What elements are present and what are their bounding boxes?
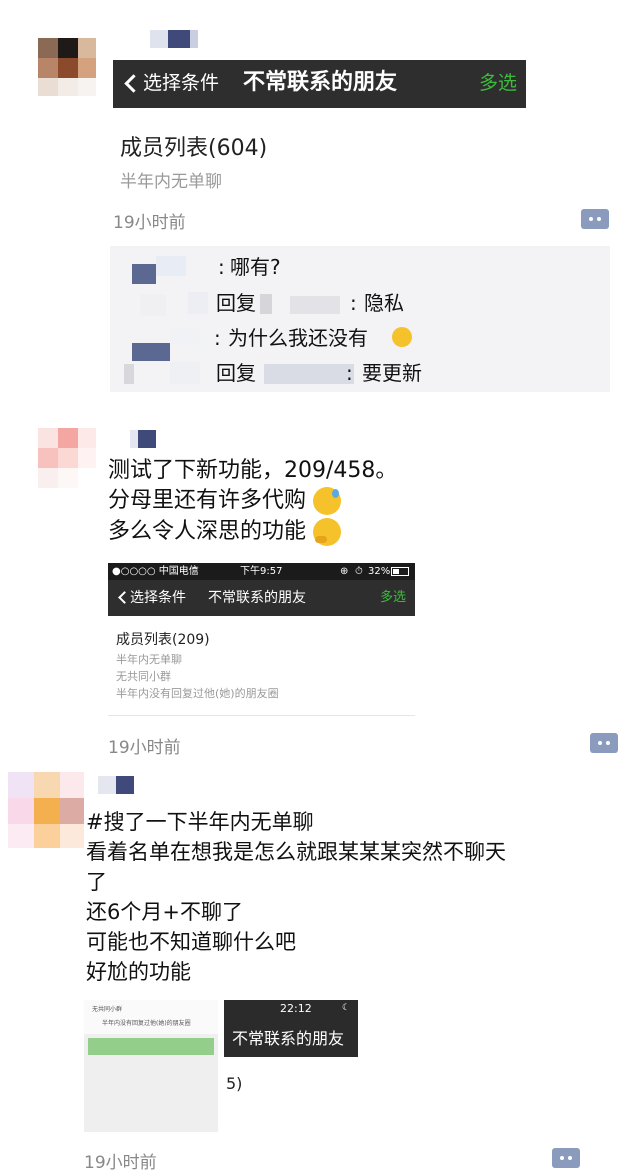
post-text-line: 看着名单在想我是怎么就跟某某某突然不聊天 bbox=[86, 840, 506, 864]
username-blurred[interactable] bbox=[150, 30, 198, 48]
alarm-icon: ⏱ bbox=[355, 566, 363, 577]
grinning-sweat-emoji-icon bbox=[313, 487, 342, 515]
status-bar: ●○○○○ 中国电信 ⌔ 下午9:57 ⊕ ⏱ 32% bbox=[108, 563, 415, 580]
post-text-line: 了 bbox=[86, 870, 107, 894]
wifi-icon: ⌔ bbox=[190, 566, 200, 577]
post-text-line: 还6个月+不聊了 bbox=[86, 900, 243, 924]
comment-text: 为什么我还没有 bbox=[228, 326, 368, 350]
timestamp: 19小时前 bbox=[113, 213, 186, 233]
lock-icon: ⊕ bbox=[340, 566, 349, 577]
comment-icon[interactable] bbox=[552, 1148, 580, 1168]
chevron-left-icon bbox=[118, 591, 131, 604]
comment-row[interactable]: : 哪有? bbox=[110, 252, 610, 284]
post-text-line: 分母里还有许多代购 bbox=[108, 486, 342, 515]
chevron-left-icon bbox=[124, 74, 143, 93]
list-condition: 半年内无单聊 bbox=[120, 172, 222, 192]
comment-row[interactable]: 回复 : 要更新 bbox=[110, 358, 610, 388]
post-text-line: #搜了一下半年内无单聊 bbox=[86, 810, 314, 834]
timestamp: 19小时前 bbox=[108, 738, 181, 758]
comment-row[interactable]: : 为什么我还没有 bbox=[110, 323, 610, 361]
post-text-line: 测试了下新功能，209/458。 bbox=[108, 458, 398, 483]
post-image[interactable]: 无共同小群 半年内没有回复过他(她)的朋友圈 bbox=[84, 1000, 218, 1132]
username-blurred[interactable] bbox=[98, 776, 134, 794]
post-text-line: 好尬的功能 bbox=[86, 960, 191, 984]
thinking-emoji-icon bbox=[313, 518, 342, 546]
comment-text: 要更新 bbox=[362, 361, 422, 385]
comment-icon[interactable] bbox=[590, 733, 618, 753]
reply-label: 回复 bbox=[216, 361, 256, 385]
timestamp: 19小时前 bbox=[84, 1153, 157, 1173]
reply-label: 回复 bbox=[216, 291, 256, 315]
comment-icon[interactable] bbox=[581, 209, 609, 229]
post-image[interactable]: 22:12 ☾ 不常联系的朋友 bbox=[224, 1000, 358, 1057]
post-text-line: 可能也不知道聊什么吧 bbox=[86, 930, 296, 954]
comment-text: 哪有? bbox=[230, 255, 281, 279]
navbar-title: 不常联系的朋友 bbox=[243, 70, 398, 95]
comment-text: 隐私 bbox=[364, 291, 404, 315]
screenshot-navbar[interactable]: 选择条件 不常联系的朋友 多选 bbox=[113, 60, 526, 108]
comment-row[interactable]: 回复 : 隐私 bbox=[110, 288, 610, 318]
pensive-emoji-icon bbox=[392, 327, 412, 347]
avatar[interactable] bbox=[38, 38, 96, 96]
username-blurred[interactable] bbox=[130, 430, 156, 448]
multi-select-label: 多选 bbox=[479, 72, 518, 94]
divider bbox=[108, 715, 415, 716]
list-title: 成员列表(604) bbox=[120, 136, 268, 161]
avatar[interactable] bbox=[8, 772, 84, 848]
comments-box: : 哪有? 回复 : 隐私 : 为什么我还没有 回复 : 要更新 bbox=[110, 246, 610, 392]
screenshot-navbar: 选择条件 不常联系的朋友 多选 bbox=[108, 580, 415, 616]
back-label: 选择条件 bbox=[143, 72, 220, 94]
highlighted-row bbox=[88, 1038, 214, 1055]
moon-icon: ☾ bbox=[342, 1003, 351, 1013]
avatar[interactable] bbox=[38, 428, 96, 504]
image-caption: 5) bbox=[226, 1074, 243, 1093]
post-text-line: 多么令人深思的功能 bbox=[108, 517, 342, 546]
post-image[interactable]: ●○○○○ 中国电信 ⌔ 下午9:57 ⊕ ⏱ 32% 选择条件 不常联系的朋友… bbox=[108, 563, 415, 717]
battery-icon bbox=[391, 567, 409, 576]
